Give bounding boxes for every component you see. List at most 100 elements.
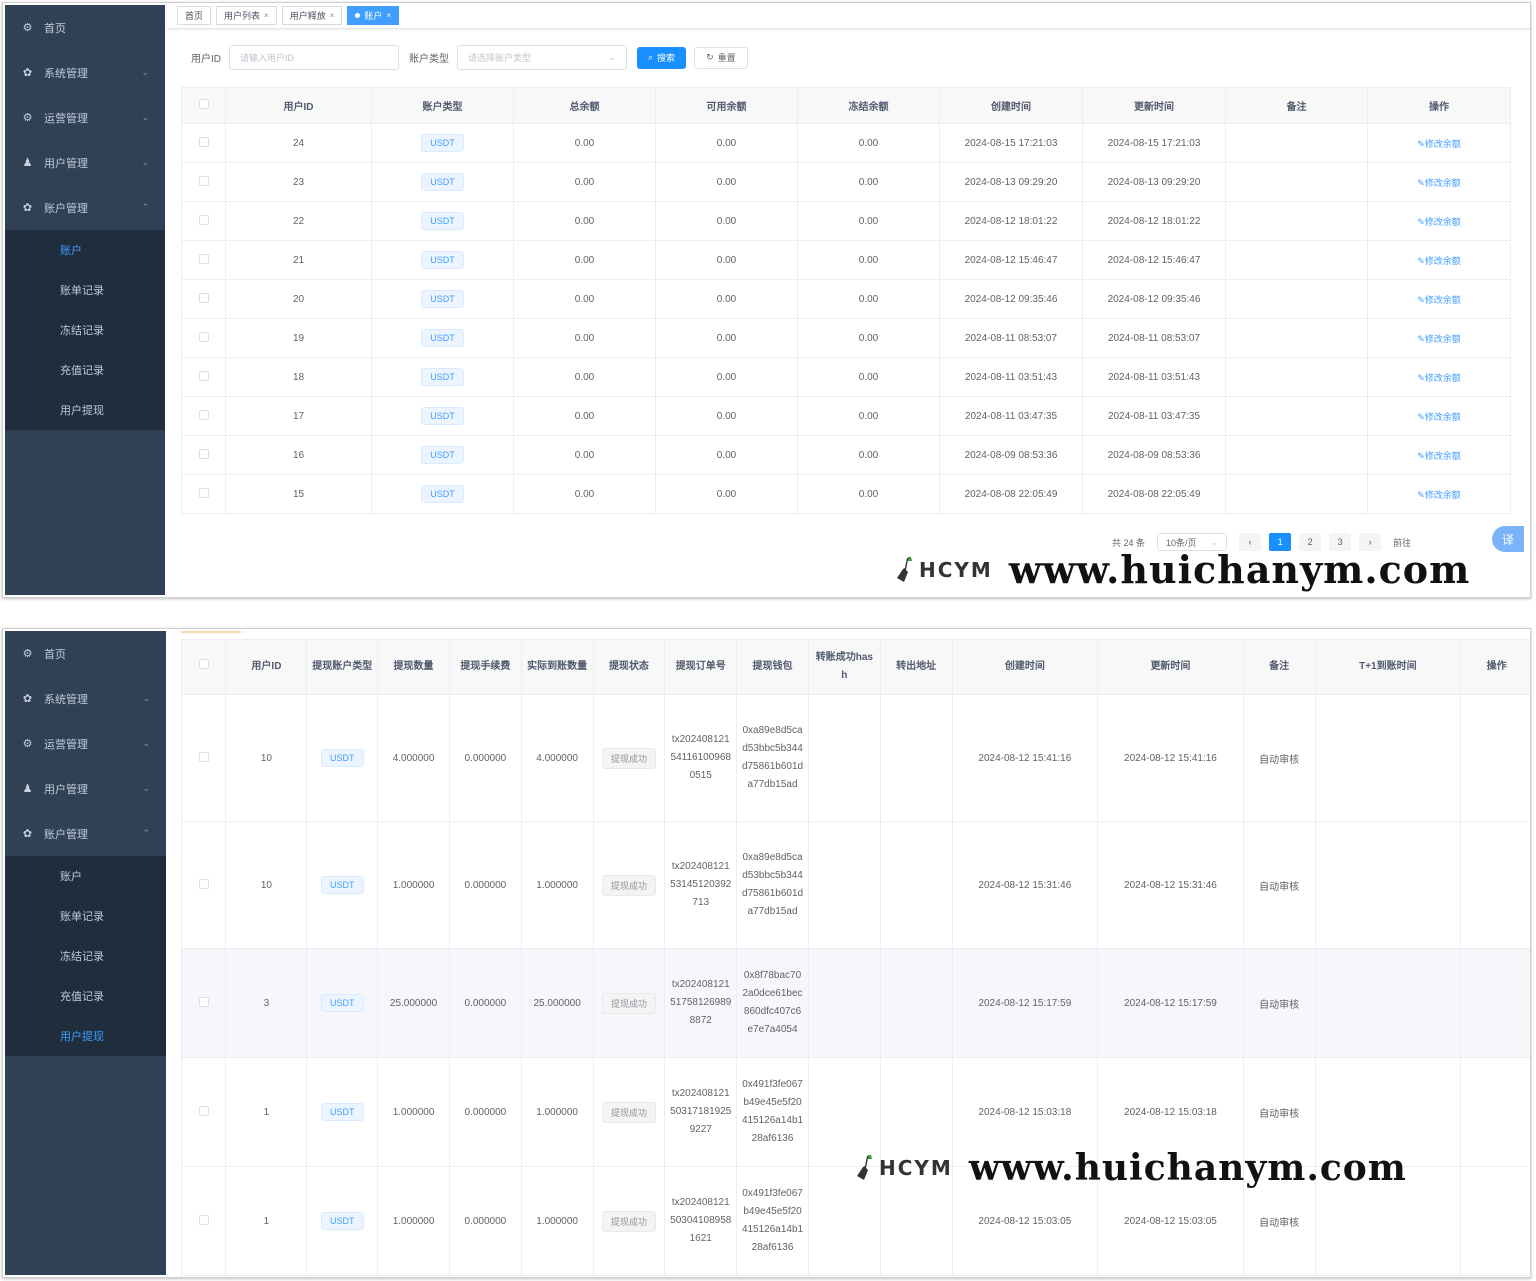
edit-balance-link[interactable]: ✎修改余额 bbox=[1417, 178, 1461, 188]
row-checkbox[interactable] bbox=[198, 1214, 209, 1225]
cell-updated: 2024-08-11 03:47:35 bbox=[1082, 396, 1226, 436]
sidebar-subitem[interactable]: 冻结记录 bbox=[5, 310, 165, 350]
cell-type: USDT bbox=[371, 357, 514, 397]
sidebar-item-label: 用户管理 bbox=[44, 783, 88, 796]
sidebar: ⚙ 首页 ✿ 系统管理 ⌄ ⚙ 运营管理 ⌄ ♟ 用户管理 ⌄ ✿ 账户管理 ⌃ 账户 账单记录 冻结记录 充值… bbox=[5, 5, 165, 595]
row-checkbox[interactable] bbox=[198, 409, 209, 420]
tab-tag-label: 用户释放 bbox=[289, 11, 326, 21]
gear-icon: ✿ bbox=[22, 67, 33, 79]
close-icon[interactable]: × bbox=[386, 11, 391, 20]
edit-balance-link[interactable]: ✎修改余额 bbox=[1417, 451, 1461, 461]
edit-balance-label: 修改余额 bbox=[1424, 216, 1461, 227]
table-row: 19 USDT 0.00 0.00 0.00 2024-08-11 08:53:07 202… bbox=[181, 318, 1511, 358]
row-checkbox[interactable] bbox=[198, 370, 209, 381]
sidebar-item[interactable]: ✿ 账户管理 ⌃ bbox=[5, 811, 166, 856]
close-icon[interactable]: × bbox=[330, 11, 335, 20]
sidebar-subitem[interactable]: 账单记录 bbox=[5, 270, 165, 310]
edit-balance-link[interactable]: ✎修改余额 bbox=[1417, 490, 1461, 500]
reset-button[interactable]: ↻ 重置 bbox=[694, 46, 748, 69]
sidebar-subitem[interactable]: 充值记录 bbox=[5, 976, 166, 1016]
chevron-down-icon: ⌄ bbox=[142, 738, 150, 748]
sidebar-item[interactable]: ⚙ 运营管理 ⌄ bbox=[5, 721, 166, 766]
cell-actual: 1.000000 bbox=[520, 1057, 594, 1167]
sidebar-item[interactable]: ✿ 系统管理 ⌄ bbox=[5, 50, 165, 95]
row-checkbox[interactable] bbox=[198, 175, 209, 186]
sidebar-item[interactable]: ⚙ 首页 bbox=[5, 631, 166, 676]
sidebar-subitem[interactable]: 账户 bbox=[5, 856, 166, 896]
cell-remark bbox=[1225, 201, 1368, 241]
row-checkbox[interactable] bbox=[198, 292, 209, 303]
account-type-badge: USDT bbox=[321, 1103, 364, 1121]
cell-updated: 2024-08-08 22:05:49 bbox=[1082, 474, 1226, 514]
cell-order: tx202408121541161009680515 bbox=[664, 694, 738, 822]
select-all-checkbox[interactable] bbox=[198, 659, 209, 669]
cell-status: 提现成功 bbox=[592, 1057, 666, 1167]
row-checkbox[interactable] bbox=[198, 331, 209, 342]
sidebar-item[interactable]: ✿ 账户管理 ⌃ bbox=[5, 185, 165, 230]
accounts-table: 用户ID 账户类型 总余额 可用余额 冻结余额 创建时间 更新时间 备注 操作 24 USDT 0.… bbox=[181, 87, 1511, 514]
edit-balance-label: 修改余额 bbox=[1424, 333, 1461, 344]
search-button[interactable]: ⌕ 搜索 bbox=[637, 46, 687, 69]
column-header: 创建时间 bbox=[951, 639, 1099, 695]
cell-updated: 2024-08-12 15:17:59 bbox=[1097, 948, 1244, 1058]
edit-balance-link[interactable]: ✎修改余额 bbox=[1417, 295, 1461, 305]
row-checkbox[interactable] bbox=[198, 214, 209, 225]
column-header: 可用余额 bbox=[655, 87, 798, 124]
tab-tag[interactable]: 用户列表 × bbox=[216, 6, 277, 25]
tab-tag[interactable]: 账户 × bbox=[347, 6, 400, 25]
edit-icon: ✎ bbox=[1417, 372, 1425, 383]
row-checkbox[interactable] bbox=[198, 448, 209, 459]
row-checkbox[interactable] bbox=[198, 1105, 209, 1116]
cell-created: 2024-08-09 08:53:36 bbox=[939, 435, 1083, 475]
table-row: 22 USDT 0.00 0.00 0.00 2024-08-12 18:01:22 202… bbox=[181, 201, 1511, 241]
reset-button-label: 重置 bbox=[717, 53, 736, 63]
cell-frozen: 0.00 bbox=[797, 474, 940, 514]
sidebar-item[interactable]: ⚙ 首页 bbox=[5, 5, 165, 50]
tab-tag[interactable]: 用户释放 × bbox=[281, 6, 343, 25]
edit-icon: ✎ bbox=[1417, 177, 1425, 188]
cell-total: 0.00 bbox=[513, 357, 656, 397]
row-checkbox[interactable] bbox=[198, 878, 209, 889]
tab-tag[interactable]: 首页 bbox=[177, 6, 212, 25]
cell-available: 0.00 bbox=[655, 435, 798, 475]
cell-frozen: 0.00 bbox=[797, 357, 940, 397]
sidebar-subitem[interactable]: 账户 bbox=[5, 230, 165, 270]
select-all-checkbox[interactable] bbox=[198, 99, 209, 109]
close-icon[interactable]: × bbox=[264, 11, 269, 20]
cell-updated: 2024-08-11 03:51:43 bbox=[1082, 357, 1226, 397]
table-row: 23 USDT 0.00 0.00 0.00 2024-08-13 09:29:20 202… bbox=[181, 162, 1511, 202]
sidebar-item[interactable]: ✿ 系统管理 ⌄ bbox=[5, 676, 166, 721]
edit-balance-link[interactable]: ✎修改余额 bbox=[1417, 256, 1461, 266]
sidebar-subitem[interactable]: 充值记录 bbox=[5, 350, 165, 390]
sidebar-item[interactable]: ♟ 用户管理 ⌄ bbox=[5, 140, 165, 185]
user-id-input[interactable]: 请输入用户ID bbox=[229, 45, 399, 70]
row-checkbox[interactable] bbox=[198, 253, 209, 264]
edit-balance-link[interactable]: ✎修改余额 bbox=[1417, 217, 1461, 227]
edit-balance-link[interactable]: ✎修改余额 bbox=[1417, 373, 1461, 383]
table-row: 15 USDT 0.00 0.00 0.00 2024-08-08 22:05:49 202… bbox=[181, 474, 1511, 514]
sidebar-item[interactable]: ⚙ 运营管理 ⌄ bbox=[5, 95, 165, 140]
cell-frozen: 0.00 bbox=[797, 279, 940, 319]
chevron-down-icon: ⌄ bbox=[141, 67, 149, 77]
row-checkbox[interactable] bbox=[198, 487, 209, 498]
cell-fee: 0.000000 bbox=[448, 1057, 522, 1167]
row-checkbox[interactable] bbox=[198, 751, 209, 762]
cell-created: 2024-08-11 08:53:07 bbox=[939, 318, 1083, 358]
cell-fee: 0.000000 bbox=[448, 948, 522, 1058]
row-checkbox[interactable] bbox=[198, 136, 209, 147]
edit-balance-link[interactable]: ✎修改余额 bbox=[1417, 412, 1461, 422]
cell-available: 0.00 bbox=[655, 162, 798, 202]
row-checkbox[interactable] bbox=[198, 996, 209, 1007]
sidebar-subitem[interactable]: 冻结记录 bbox=[5, 936, 166, 976]
sidebar-subitem[interactable]: 用户提现 bbox=[5, 390, 165, 430]
edit-balance-link[interactable]: ✎修改余额 bbox=[1417, 334, 1461, 344]
translate-button[interactable]: 译 bbox=[1492, 526, 1524, 552]
sidebar-item[interactable]: ♟ 用户管理 ⌄ bbox=[5, 766, 166, 811]
sidebar-subitem[interactable]: 账单记录 bbox=[5, 896, 166, 936]
tab-tag-label: 账户 bbox=[364, 11, 383, 21]
cell-frozen: 0.00 bbox=[797, 240, 940, 280]
edit-balance-link[interactable]: ✎修改余额 bbox=[1417, 139, 1461, 149]
account-type-select[interactable]: 请选择账户类型 ⌄ bbox=[457, 45, 627, 70]
cell-id: 24 bbox=[225, 123, 372, 163]
sidebar-subitem[interactable]: 用户提现 bbox=[5, 1016, 166, 1056]
